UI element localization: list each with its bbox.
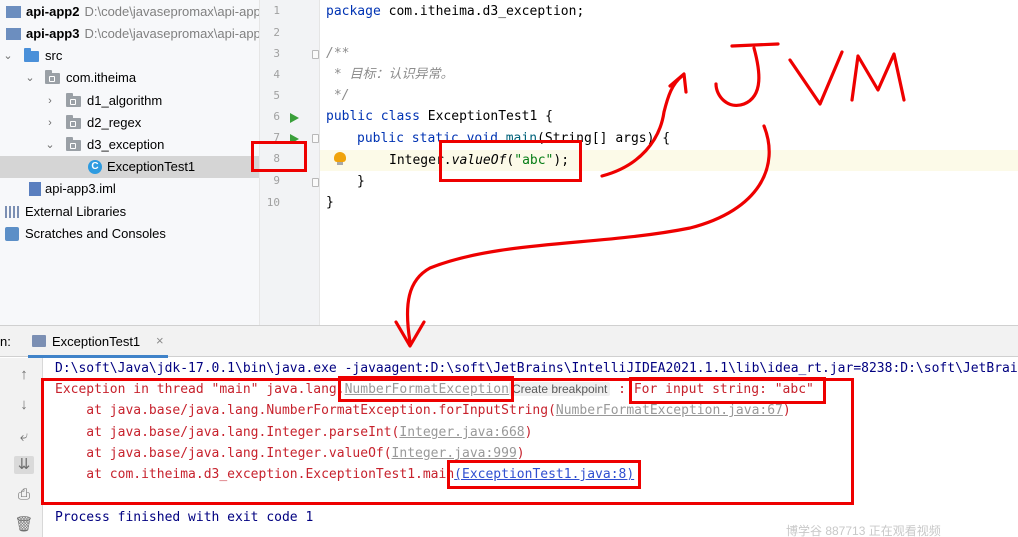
annotation-box-code [439, 140, 582, 182]
java-class-icon: C [88, 160, 102, 174]
tree-item-src[interactable]: ⌄ src [0, 45, 259, 67]
soft-wrap-icon[interactable]: ⤶ [14, 428, 34, 446]
annotation-box-line-number [251, 141, 307, 172]
annotation-box-exception-class [338, 376, 514, 402]
line-number: 9 [273, 174, 280, 187]
arrow-down-icon[interactable]: ↓ [14, 396, 34, 414]
folder-icon [24, 48, 39, 62]
project-tree: api-app2 D:\code\javasepromax\api-app api… [0, 0, 260, 325]
run-toolbar: ↑ ↓ ⤶ ⇊ ⎙ 🗑 [0, 358, 43, 537]
tree-item-api-app3[interactable]: api-app3 D:\code\javasepromax\api-app [0, 23, 260, 45]
tree-item-label: Scratches and Consoles [25, 226, 166, 241]
trash-icon[interactable]: 🗑 [14, 516, 34, 534]
fold-icon[interactable] [312, 134, 319, 143]
scroll-to-end-icon[interactable]: ⇊ [14, 456, 34, 474]
console-command-line: D:\soft\Java\jdk-17.0.1\bin\java.exe -ja… [55, 361, 1018, 376]
code-line-9: } [357, 174, 365, 189]
line-number: 10 [266, 196, 280, 209]
line-number: 3 [273, 47, 280, 60]
tree-item-d2-regex[interactable]: › d2_regex [0, 112, 259, 134]
tree-item-d1-algorithm[interactable]: › d1_algorithm [0, 90, 259, 112]
tree-item-label: d2_regex [87, 115, 142, 130]
tree-item-package[interactable]: ⌄ com.itheima [0, 67, 259, 89]
tree-item-external-libraries[interactable]: External Libraries [0, 201, 259, 223]
scratches-icon [5, 227, 19, 241]
run-panel-header: n: ExceptionTest1 × [0, 325, 1018, 358]
package-icon [66, 137, 81, 151]
iml-file-icon [29, 182, 41, 196]
module-icon [6, 28, 21, 40]
package-icon [66, 115, 81, 129]
code-line-5: */ [326, 88, 350, 103]
tab-label: ExceptionTest1 [52, 334, 141, 349]
watermark-text: 博学谷 887713 正在观看视频 [786, 524, 941, 537]
tree-item-path: D:\code\javasepromax\api-app [84, 4, 260, 19]
tree-item-label: src [45, 48, 63, 63]
code-line-6: public class ExceptionTest1 { [326, 109, 553, 124]
tree-item-path: D:\code\javasepromax\api-app [84, 26, 260, 41]
tree-item-label: api-app2 [26, 4, 80, 19]
run-label: n: [0, 334, 11, 349]
package-icon [45, 70, 60, 84]
tree-item-label: com.itheima [66, 70, 137, 85]
code-line-4: * 目标：认识异常。 [326, 67, 454, 82]
tree-item-iml[interactable]: api-app3.iml [0, 178, 259, 200]
line-number: 4 [273, 68, 280, 81]
tree-item-exceptiontest1[interactable]: C ExceptionTest1 [0, 156, 259, 178]
run-config-icon [32, 335, 46, 347]
chevron-down-icon[interactable]: ⌄ [44, 134, 56, 156]
close-icon[interactable]: × [156, 333, 164, 348]
tree-item-label: External Libraries [25, 204, 127, 219]
tree-item-label: d1_algorithm [87, 93, 163, 108]
print-icon[interactable]: ⎙ [14, 486, 34, 504]
tree-item-label: d3_exception [87, 137, 165, 152]
tab-exceptiontest1[interactable]: ExceptionTest1 × [28, 326, 168, 358]
tree-item-label: api-app3 [26, 26, 80, 41]
code-line-10: } [326, 195, 334, 210]
line-number: 2 [273, 26, 280, 39]
fold-icon[interactable] [312, 178, 319, 187]
package-icon [66, 93, 81, 107]
fold-icon[interactable] [312, 50, 319, 59]
code-line-3: /** [326, 46, 350, 61]
chevron-down-icon[interactable]: ⌄ [2, 45, 14, 67]
line-number: 1 [273, 4, 280, 17]
annotation-box-message [629, 377, 826, 404]
tree-item-api-app2[interactable]: api-app2 D:\code\javasepromax\api-app [0, 1, 260, 23]
libraries-icon [5, 206, 19, 218]
line-number: 5 [273, 89, 280, 102]
arrow-up-icon[interactable]: ↑ [14, 366, 34, 384]
tree-item-label: ExceptionTest1 [107, 159, 196, 174]
line-number: 6 [273, 110, 280, 123]
code-editor[interactable]: package com.itheima.d3_exception; /** * … [320, 0, 1018, 325]
process-finished-line: Process finished with exit code 1 [55, 510, 314, 525]
run-class-icon[interactable] [290, 113, 299, 123]
code-line-1: package com.itheima.d3_exception; [326, 4, 585, 19]
tree-item-scratches[interactable]: Scratches and Consoles [0, 223, 259, 245]
annotation-box-source-line [447, 460, 641, 489]
tree-item-label: api-app3.iml [45, 181, 116, 196]
module-icon [6, 6, 21, 18]
chevron-right-icon[interactable]: › [44, 112, 56, 134]
tree-item-d3-exception[interactable]: ⌄ d3_exception [0, 134, 259, 156]
lightbulb-icon[interactable] [334, 152, 346, 166]
chevron-right-icon[interactable]: › [44, 90, 56, 112]
chevron-down-icon[interactable]: ⌄ [24, 67, 36, 89]
